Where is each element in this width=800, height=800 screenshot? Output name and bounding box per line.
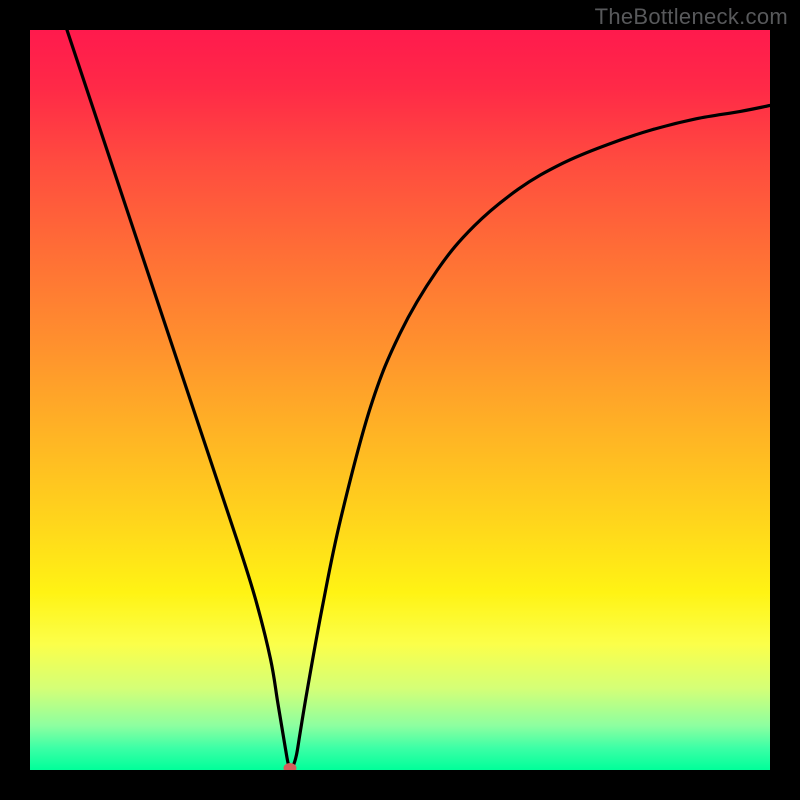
bottleneck-curve [67,30,770,768]
optimal-point-marker [284,763,297,770]
watermark-text: TheBottleneck.com [595,4,788,30]
curve-layer [30,30,770,770]
plot-area [30,30,770,770]
chart-frame: TheBottleneck.com [0,0,800,800]
